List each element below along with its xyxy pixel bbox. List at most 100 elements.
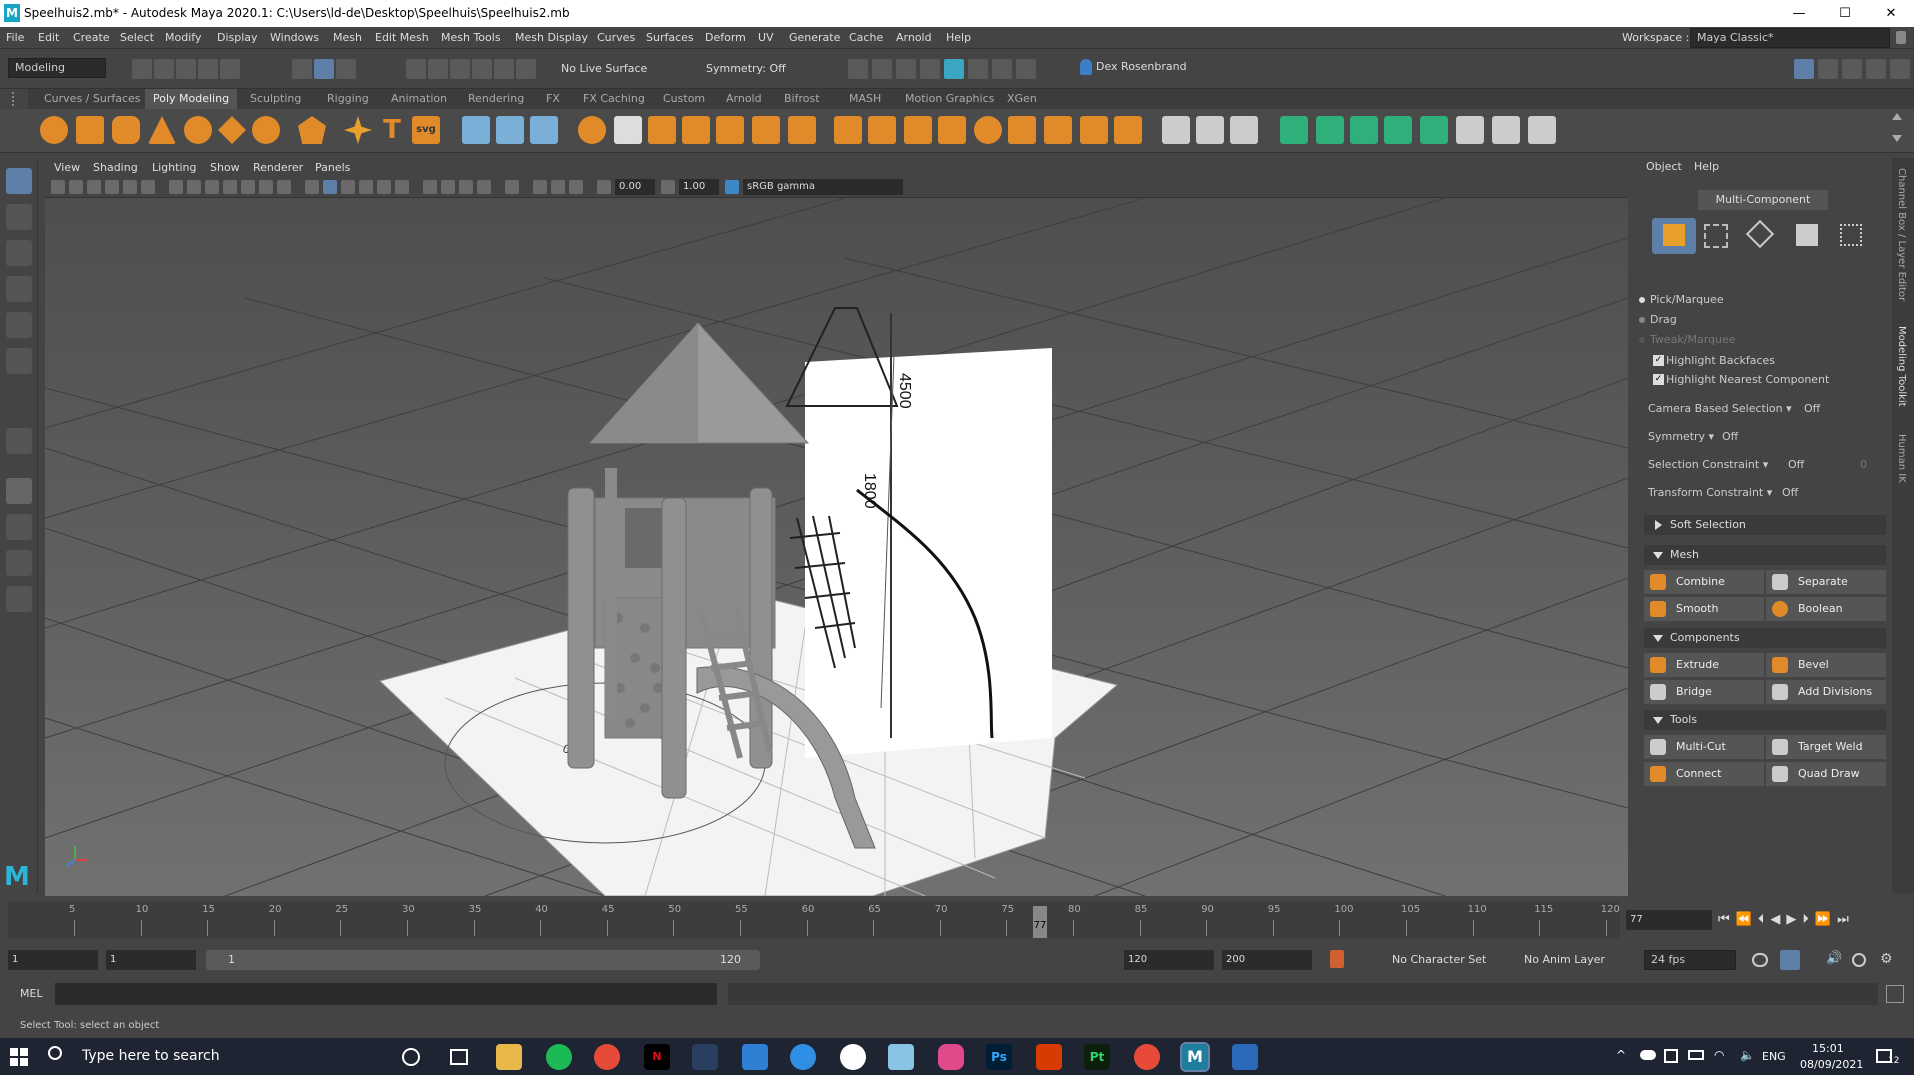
render-settings-icon[interactable] [920, 59, 940, 79]
merge-icon[interactable] [1008, 116, 1036, 144]
new-scene-icon[interactable] [132, 59, 152, 79]
film-gate-icon[interactable] [187, 180, 201, 194]
clock-date[interactable]: 08/09/2021 [1800, 1058, 1863, 1071]
tray-app-icon[interactable] [1664, 1049, 1678, 1063]
clock-time[interactable]: 15:01 [1812, 1042, 1844, 1055]
snap-magnet-icon[interactable] [516, 59, 536, 79]
timeline-track[interactable]: 5 10 15 20 25 30 35 40 45 50 55 60 65 70 75 80 85 90 95 100… [8, 902, 1620, 938]
vp-menu-panels[interactable]: Panels [315, 161, 350, 174]
poly-cone-icon[interactable] [148, 116, 176, 144]
multi-cut-button[interactable]: Multi-Cut [1644, 735, 1764, 759]
poly-sphere-icon[interactable] [40, 116, 68, 144]
toggle-layer-editor-icon[interactable] [1890, 59, 1910, 79]
snap-grid-icon[interactable] [406, 59, 426, 79]
office-icon[interactable] [1036, 1044, 1062, 1070]
textured-icon[interactable] [359, 180, 373, 194]
shelf-gear-icon[interactable] [12, 92, 22, 106]
safe-action-icon[interactable] [259, 180, 273, 194]
field-chart-icon[interactable] [241, 180, 255, 194]
motion-blur-icon[interactable] [441, 180, 455, 194]
loop-icon[interactable] [1752, 953, 1768, 967]
step-forward-frame-icon[interactable]: ⏵ [1802, 912, 1815, 927]
snap-view-plane-icon[interactable] [472, 59, 492, 79]
chrome-2-icon[interactable] [1134, 1044, 1160, 1070]
edge-mode-icon[interactable] [1745, 219, 1775, 249]
menu-display[interactable]: Display [217, 31, 258, 44]
select-camera-icon[interactable] [51, 180, 65, 194]
exposure-icon[interactable] [597, 180, 611, 194]
shelf-tab-custom[interactable]: Custom [655, 89, 713, 109]
shelf-tab-arnold[interactable]: Arnold [718, 89, 770, 109]
view-transform-dropdown[interactable]: sRGB gamma [743, 179, 903, 195]
mode-dropdown[interactable]: Modeling [8, 58, 106, 78]
menu-arnold[interactable]: Arnold [896, 31, 932, 44]
automatic-uv-icon[interactable] [1384, 116, 1412, 144]
play-forwards-icon[interactable]: ▶ [1786, 912, 1802, 927]
persp-outliner-layout-icon[interactable] [6, 550, 32, 576]
side-tab-modeling-toolkit[interactable]: Modeling Toolkit [1896, 326, 1907, 407]
gate-mask-icon[interactable] [223, 180, 237, 194]
snap-live-icon[interactable] [494, 59, 514, 79]
menu-generate[interactable]: Generate [789, 31, 840, 44]
bevel-shelf-icon[interactable] [904, 116, 932, 144]
object-mode-icon[interactable] [1652, 218, 1696, 254]
separate-shelf-icon[interactable] [614, 116, 642, 144]
menu-cache[interactable]: Cache [849, 31, 883, 44]
shelf-tab-poly-modeling[interactable]: Poly Modeling [145, 89, 238, 109]
xray-icon[interactable] [533, 180, 547, 194]
anti-aliasing-icon[interactable] [459, 180, 473, 194]
photo-viewer-icon[interactable] [888, 1044, 914, 1070]
arnold-render-icon[interactable] [992, 59, 1012, 79]
taskbar-search-box[interactable]: Type here to search [82, 1048, 220, 1064]
single-perspective-layout-icon[interactable] [6, 478, 32, 504]
use-all-lights-icon[interactable] [377, 180, 391, 194]
shelf-tab-mash[interactable]: MASH [841, 89, 889, 109]
step-back-key-icon[interactable]: ⏪ [1736, 912, 1758, 927]
maximize-button[interactable]: ☐ [1822, 0, 1868, 27]
volume-icon[interactable]: 🔈 [1740, 1048, 1755, 1062]
face-mode-icon[interactable] [1796, 224, 1818, 246]
checkbox-highlight-nearest[interactable]: ✓ Highlight Nearest Component [1653, 373, 1829, 386]
center-pivot-icon[interactable] [530, 116, 558, 144]
shelf-tab-fx-caching[interactable]: FX Caching [575, 89, 653, 109]
outliner-icon[interactable] [6, 586, 32, 612]
add-divisions-icon[interactable] [974, 116, 1002, 144]
camera-attributes-icon[interactable] [69, 180, 83, 194]
spotify-icon[interactable] [546, 1044, 572, 1070]
task-view-icon[interactable] [450, 1049, 468, 1065]
post-front-left[interactable] [567, 487, 595, 769]
menu-uv[interactable]: UV [758, 31, 774, 44]
checkbox-highlight-backfaces[interactable]: ✓ Highlight Backfaces [1653, 354, 1775, 367]
toggle-attribute-editor-icon[interactable] [1794, 59, 1814, 79]
grease-pencil-icon[interactable] [141, 180, 155, 194]
anim-layer-dropdown[interactable]: No Anim Layer [1524, 953, 1634, 966]
super-shape-icon[interactable] [344, 116, 372, 144]
lock-icon[interactable] [1896, 31, 1906, 44]
side-tab-human-ik[interactable]: Human IK [1896, 434, 1907, 483]
time-slider[interactable]: 5 10 15 20 25 30 35 40 45 50 55 60 65 70 75 80 85 90 95 100… [0, 900, 1914, 942]
menu-help[interactable]: Help [946, 31, 971, 44]
post-back-left[interactable] [605, 468, 617, 718]
wifi-icon[interactable]: ◠ [1714, 1048, 1724, 1062]
select-by-hierarchy-icon[interactable] [292, 59, 312, 79]
shelf-tab-motion-graphics[interactable]: Motion Graphics [897, 89, 1002, 109]
offset-edge-loop-icon[interactable] [1230, 116, 1258, 144]
toggle-modeling-toolkit-icon[interactable] [1866, 59, 1886, 79]
vp-menu-view[interactable]: View [54, 161, 80, 174]
language-indicator[interactable]: ENG [1762, 1050, 1786, 1063]
cache-playback-icon[interactable] [1780, 950, 1800, 970]
menu-deform[interactable]: Deform [705, 31, 746, 44]
file-explorer-icon[interactable] [496, 1044, 522, 1070]
auto-key-icon[interactable] [1330, 950, 1344, 968]
safe-title-icon[interactable] [277, 180, 291, 194]
type-tool-icon[interactable]: T [378, 116, 406, 144]
isolate-select-icon[interactable] [505, 180, 519, 194]
rotate-tool-icon[interactable] [6, 312, 32, 338]
combine-button[interactable]: Combine [1644, 570, 1764, 594]
collapse-icon[interactable] [1044, 116, 1072, 144]
vp-menu-renderer[interactable]: Renderer [253, 161, 303, 174]
poly-disc-icon[interactable] [252, 116, 280, 144]
grid-toggle-icon[interactable] [169, 180, 183, 194]
poly-cube-icon[interactable] [76, 116, 104, 144]
menu-mesh-display[interactable]: Mesh Display [515, 31, 588, 44]
